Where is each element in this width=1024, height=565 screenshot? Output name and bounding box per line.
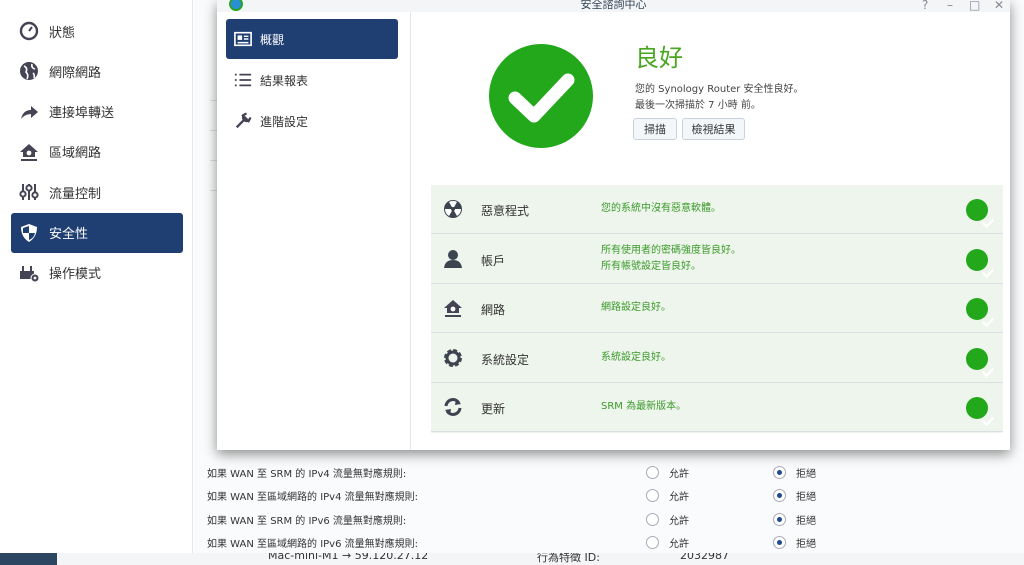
check-row: 惡意程式 您的系統中沒有惡意軟體。 (431, 185, 1003, 234)
modal-nav-item-2[interactable]: 進階設定 (226, 101, 398, 141)
deny-radio[interactable] (773, 512, 786, 526)
home-network-icon (20, 143, 38, 161)
deny-label: 拒絕 (796, 469, 816, 480)
check-ok-icon (966, 298, 994, 328)
modal-nav-item-0[interactable]: 概觀 (226, 19, 398, 59)
check-ok-icon (966, 199, 994, 229)
gear-icon (444, 348, 462, 367)
router-gear-icon (20, 265, 39, 283)
list-icon (234, 73, 252, 87)
check-row: 系統設定 系統設定良好。 (431, 334, 1003, 383)
status-summary: 您的 Synology Router 安全性良好。 (635, 84, 804, 95)
allow-radio[interactable] (646, 535, 659, 549)
sidebar-item-3[interactable]: 區域網路 (11, 132, 183, 172)
check-row: 更新 SRM 為最新版本。 (431, 383, 1003, 432)
last-scan-text: 最後一次掃描於 7 小時 前。 (635, 100, 761, 111)
gauge-icon (19, 21, 39, 41)
check-desc: 系統設定良好。 (601, 350, 671, 366)
sidebar-item-5[interactable]: 安全性 (11, 212, 183, 253)
check-desc: SRM 為最新版本。 (601, 399, 686, 415)
sidebar: 狀態網際網路連接埠轉送區域網路流量控制安全性操作模式 (3, 0, 193, 553)
check-name: 系統設定 (481, 352, 530, 367)
check-desc-line: 所有帳號設定皆良好。 (601, 260, 701, 272)
bottom-strip: Mac-mini-M1 → 59.120.27.12 行為特徵 ID: 2032… (57, 553, 1024, 565)
sidebar-item-2[interactable]: 連接埠轉送 (11, 92, 183, 132)
signature-value: 2032987 (680, 553, 729, 562)
check-row: 帳戶 所有使用者的密碼強度皆良好。 所有帳號設定皆良好。 (431, 235, 1003, 284)
overview-card-icon (234, 31, 252, 47)
check-desc-line: 您的系統中沒有惡意軟體。 (601, 203, 721, 214)
sidebar-item-label: 安全性 (49, 227, 89, 242)
allow-label: 允許 (669, 469, 689, 480)
minimize-button[interactable]: – (947, 0, 953, 12)
firewall-rule-label: 如果 WAN 至區域網路的 IPv4 流量無對應規則: (207, 492, 419, 504)
deny-radio[interactable] (773, 535, 786, 549)
check-desc-line: 所有使用者的密碼強度皆良好。 (601, 244, 741, 256)
maximize-button[interactable]: □ (969, 0, 980, 12)
sidebar-item-label: 區域網路 (49, 146, 102, 162)
check-desc: 網路設定良好。 (601, 300, 671, 316)
allow-label: 允許 (669, 515, 689, 527)
check-desc: 所有使用者的密碼強度皆良好。 所有帳號設定皆良好。 (601, 243, 741, 275)
allow-label: 允許 (669, 492, 689, 504)
radiation-icon (444, 200, 462, 218)
allow-radio[interactable] (646, 466, 659, 479)
shield-icon (21, 223, 37, 242)
check-name: 帳戶 (481, 253, 506, 268)
check-name: 網路 (481, 303, 506, 317)
close-button[interactable]: ✕ (994, 0, 1004, 12)
check-ok-icon (966, 397, 994, 427)
device-text: Mac-mini-M1 → 59.120.27.12 (268, 553, 429, 562)
deny-label: 拒絕 (796, 492, 816, 504)
modal-sidebar: 概觀結果報表進階設定 (217, 12, 411, 450)
user-icon (444, 249, 462, 268)
sidebar-item-1[interactable]: 網際網路 (11, 51, 183, 91)
modal-nav-item-1[interactable]: 結果報表 (226, 60, 398, 100)
sliders-icon (19, 184, 39, 201)
check-name: 更新 (481, 402, 506, 416)
globe-icon (20, 62, 38, 81)
security-advisor-window: 安全諮詢中心 ? – □ ✕ 概觀結果報表進階設定 良好 您的 Synology… (217, 0, 1010, 450)
forward-arrow-icon (21, 105, 38, 119)
wrench-icon (235, 112, 252, 129)
help-button[interactable]: ? (922, 0, 928, 12)
allow-radio[interactable] (646, 512, 659, 526)
firewall-rule-label: 如果 WAN 至區域網路的 IPv6 流量無對應規則: (207, 538, 419, 550)
firewall-rule-label: 如果 WAN 至 SRM 的 IPv6 流量無對應規則: (207, 515, 407, 527)
refresh-icon (444, 398, 462, 416)
view-results-button[interactable]: 檢視結果 (682, 118, 745, 140)
deny-label: 拒絕 (796, 515, 816, 527)
check-desc-line: 網路設定良好。 (601, 302, 671, 313)
check-row: 網路 網路設定良好。 (431, 284, 1003, 333)
modal-nav-label: 結果報表 (260, 73, 309, 88)
modal-nav-label: 概觀 (260, 32, 285, 47)
allow-label: 允許 (669, 538, 689, 550)
big-check-icon (489, 44, 593, 148)
sidebar-item-label: 流量控制 (49, 186, 102, 202)
signature-label: 行為特徵 ID: (537, 553, 600, 564)
check-name: 惡意程式 (481, 204, 530, 218)
home-network-icon (444, 300, 462, 317)
sidebar-item-label: 狀態 (49, 25, 76, 41)
sidebar-item-label: 操作模式 (49, 267, 102, 283)
sidebar-item-label: 連接埠轉送 (49, 106, 115, 122)
sidebar-item-0[interactable]: 狀態 (11, 11, 183, 51)
status-title: 良好 (635, 44, 683, 72)
check-ok-icon (966, 248, 994, 278)
sidebar-item-label: 網際網路 (49, 65, 102, 81)
firewall-rule-label: 如果 WAN 至 SRM 的 IPv4 流量無對應規則: (207, 469, 407, 480)
deny-label: 拒絕 (796, 538, 816, 550)
deny-radio[interactable] (773, 466, 786, 479)
window-title: 安全諮詢中心 (217, 0, 1010, 12)
check-ok-icon (966, 347, 994, 377)
modal-nav-label: 進階設定 (260, 114, 309, 129)
sidebar-item-4[interactable]: 流量控制 (11, 172, 183, 212)
check-table: 惡意程式 您的系統中沒有惡意軟體。帳戶 所有使用者的密碼強度皆良好。 所有帳號設定皆良… (431, 185, 1003, 433)
check-desc: 您的系統中沒有惡意軟體。 (601, 201, 721, 217)
scan-button[interactable]: 掃描 (633, 118, 677, 140)
check-desc-line: SRM 為最新版本。 (601, 401, 687, 412)
sidebar-item-6[interactable]: 操作模式 (11, 253, 183, 293)
check-desc-line: 系統設定良好。 (601, 351, 671, 363)
